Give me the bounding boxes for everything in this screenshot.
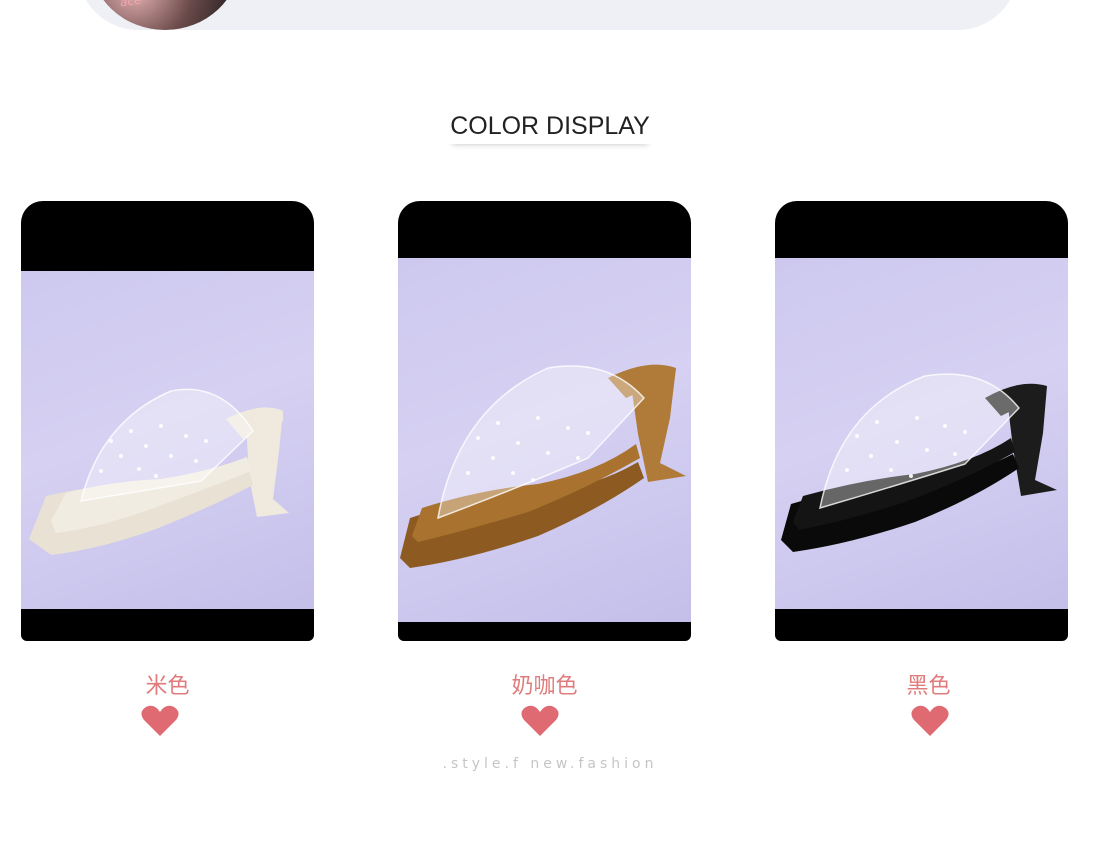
product-photo: [775, 258, 1068, 609]
section-title: COLOR DISPLAY: [0, 112, 1100, 141]
tagline: .style.f new.fashion: [442, 756, 658, 772]
color-label-beige: 米色: [145, 674, 190, 699]
product-card-beige[interactable]: [21, 201, 314, 641]
product-photo: [21, 271, 314, 609]
product-card-milk-coffee[interactable]: [398, 201, 691, 641]
heart-icon[interactable]: [140, 704, 180, 738]
banner-photo-text: ace: [119, 0, 143, 10]
shoe-illustration: [400, 364, 686, 568]
heart-icon[interactable]: [910, 704, 950, 738]
color-label-milk-coffee: 奶咖色: [511, 674, 578, 699]
product-card-black[interactable]: [775, 201, 1068, 641]
color-label-black: 黑色: [906, 674, 951, 699]
product-photo: [398, 258, 691, 622]
shoe-illustration: [781, 373, 1057, 552]
heart-icon[interactable]: [520, 704, 560, 738]
shoe-illustration: [29, 388, 289, 555]
